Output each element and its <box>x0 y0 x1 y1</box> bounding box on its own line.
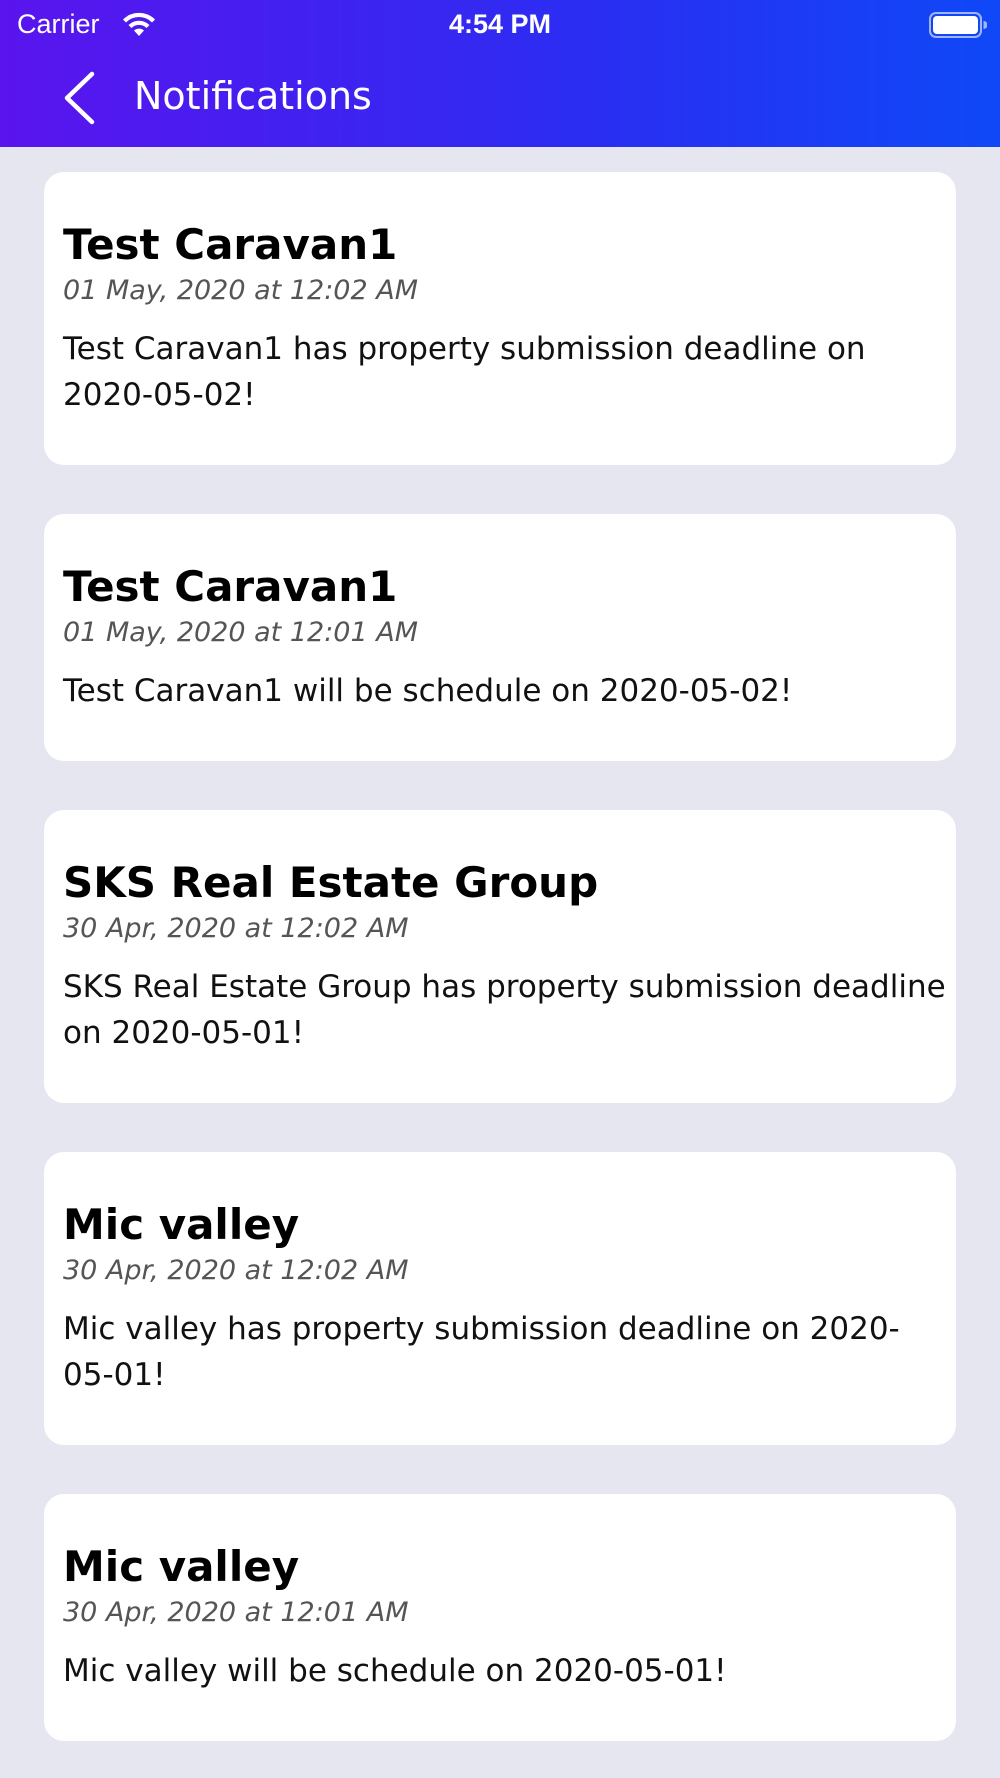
notification-title: Test Caravan1 <box>63 220 398 269</box>
app-header: Carrier 4:54 PM Notifications <box>0 0 1000 147</box>
status-time: 4:54 PM <box>448 9 552 39</box>
page-title: Notifications <box>134 74 372 118</box>
notification-card[interactable]: Test Caravan1 01 May, 2020 at 12:01 AM T… <box>44 514 956 761</box>
navigation-bar: Notifications <box>0 50 1000 147</box>
notification-title: Test Caravan1 <box>63 562 398 611</box>
notification-title: Mic valley <box>63 1200 300 1249</box>
notification-message: SKS Real Estate Group has property submi… <box>63 969 946 1051</box>
notification-card[interactable]: Mic valley 30 Apr, 2020 at 12:02 AM Mic … <box>44 1152 956 1445</box>
notification-date: 01 May, 2020 at 12:01 AM <box>63 617 418 648</box>
chevron-left-icon <box>64 71 95 125</box>
notification-date: 01 May, 2020 at 12:02 AM <box>63 275 418 306</box>
notification-date: 30 Apr, 2020 at 12:02 AM <box>63 1255 409 1286</box>
status-bar: Carrier 4:54 PM <box>0 0 1000 50</box>
notification-card[interactable]: SKS Real Estate Group 30 Apr, 2020 at 12… <box>44 810 956 1103</box>
notification-title: Mic valley <box>63 1542 300 1591</box>
notification-card[interactable]: Mic valley 30 Apr, 2020 at 12:01 AM Mic … <box>44 1494 956 1741</box>
battery-icon <box>929 12 987 38</box>
notification-title: SKS Real Estate Group <box>63 858 599 907</box>
notification-message: Test Caravan1 has property submission de… <box>63 331 866 413</box>
notification-message: Test Caravan1 will be schedule on 2020-0… <box>63 673 793 709</box>
notification-date: 30 Apr, 2020 at 12:02 AM <box>63 913 409 944</box>
notification-date: 30 Apr, 2020 at 12:01 AM <box>63 1597 409 1628</box>
notification-message: Mic valley will be schedule on 2020-05-0… <box>63 1653 727 1689</box>
notification-card[interactable]: Test Caravan1 01 May, 2020 at 12:02 AM T… <box>44 172 956 465</box>
back-button[interactable] <box>55 66 105 130</box>
notification-message: Mic valley has property submission deadl… <box>63 1311 900 1393</box>
